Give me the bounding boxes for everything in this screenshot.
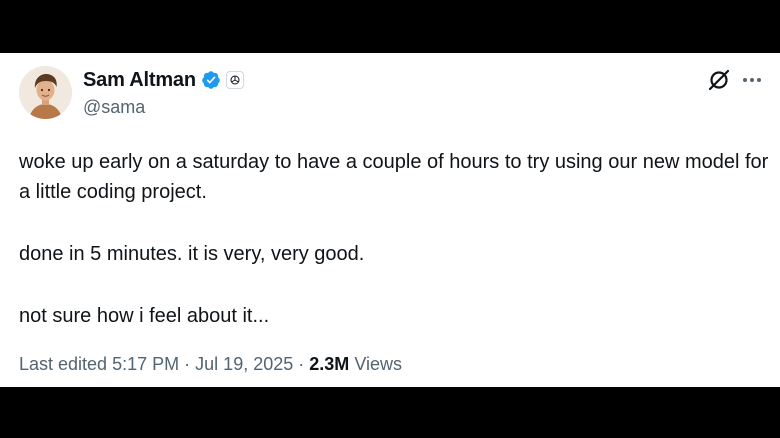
meta-separator: · — [298, 354, 305, 374]
tweet-meta: Last edited 5:17 PM · Jul 19, 2025 · 2.3… — [19, 354, 402, 375]
grok-icon[interactable] — [707, 68, 731, 92]
views-label: Views — [354, 354, 403, 374]
tweet-time[interactable]: 5:17 PM — [112, 354, 179, 374]
author-name-row: Sam Altman — [83, 68, 244, 92]
tweet-paragraph: done in 5 minutes. it is very, very good… — [19, 243, 365, 265]
tweet-date[interactable]: Jul 19, 2025 — [195, 354, 293, 374]
tweet-paragraph: not sure how i feel about it... — [19, 305, 270, 327]
more-options-icon[interactable] — [740, 68, 764, 92]
meta-separator: · — [184, 354, 191, 374]
author-display-name[interactable]: Sam Altman — [83, 69, 196, 92]
views-count: 2.3M — [309, 354, 350, 374]
tweet-card: Sam Altman @sama woke up early on a satu… — [0, 53, 780, 387]
verified-badge-icon[interactable] — [201, 70, 221, 90]
avatar-image — [19, 66, 72, 119]
openai-affiliate-badge-icon[interactable] — [225, 71, 244, 89]
edited-label[interactable]: Last edited — [19, 354, 107, 374]
avatar[interactable] — [19, 66, 72, 119]
author-handle[interactable]: @sama — [83, 97, 145, 118]
tweet-paragraph: woke up early on a saturday to have a co… — [19, 151, 774, 203]
